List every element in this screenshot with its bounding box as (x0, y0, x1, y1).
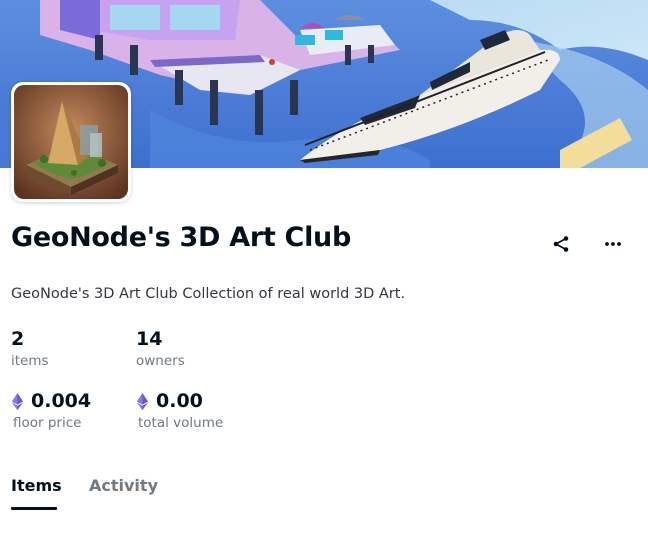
stat-floor-price: 0.004 floor price (11, 390, 91, 431)
tab-items[interactable]: Items (11, 476, 62, 495)
stat-total-volume-label: total volume (138, 415, 224, 431)
more-horizontal-icon (605, 242, 621, 246)
collection-title: GeoNode's 3D Art Club (11, 222, 351, 253)
stat-total-volume-value: 0.00 (156, 390, 203, 412)
stat-items-label: items (11, 353, 49, 369)
share-icon (553, 236, 569, 252)
stat-floor-price-value: 0.004 (31, 390, 92, 412)
share-button[interactable] (547, 230, 575, 258)
ethereum-icon (137, 392, 148, 410)
collection-description: GeoNode's 3D Art Club Collection of real… (11, 286, 406, 302)
collection-avatar (11, 82, 131, 202)
active-tab-indicator (11, 507, 57, 510)
stat-items-value: 2 (11, 328, 25, 350)
stat-owners: 14 owners (136, 328, 185, 369)
more-options-button[interactable] (599, 230, 627, 258)
stat-floor-price-label: floor price (13, 415, 82, 431)
stat-total-volume: 0.00 total volume (136, 390, 223, 431)
tab-activity[interactable]: Activity (89, 476, 158, 495)
ethereum-icon (12, 392, 23, 410)
stat-owners-value: 14 (136, 328, 163, 350)
stat-items: 2 items (11, 328, 49, 369)
stat-owners-label: owners (136, 353, 185, 369)
